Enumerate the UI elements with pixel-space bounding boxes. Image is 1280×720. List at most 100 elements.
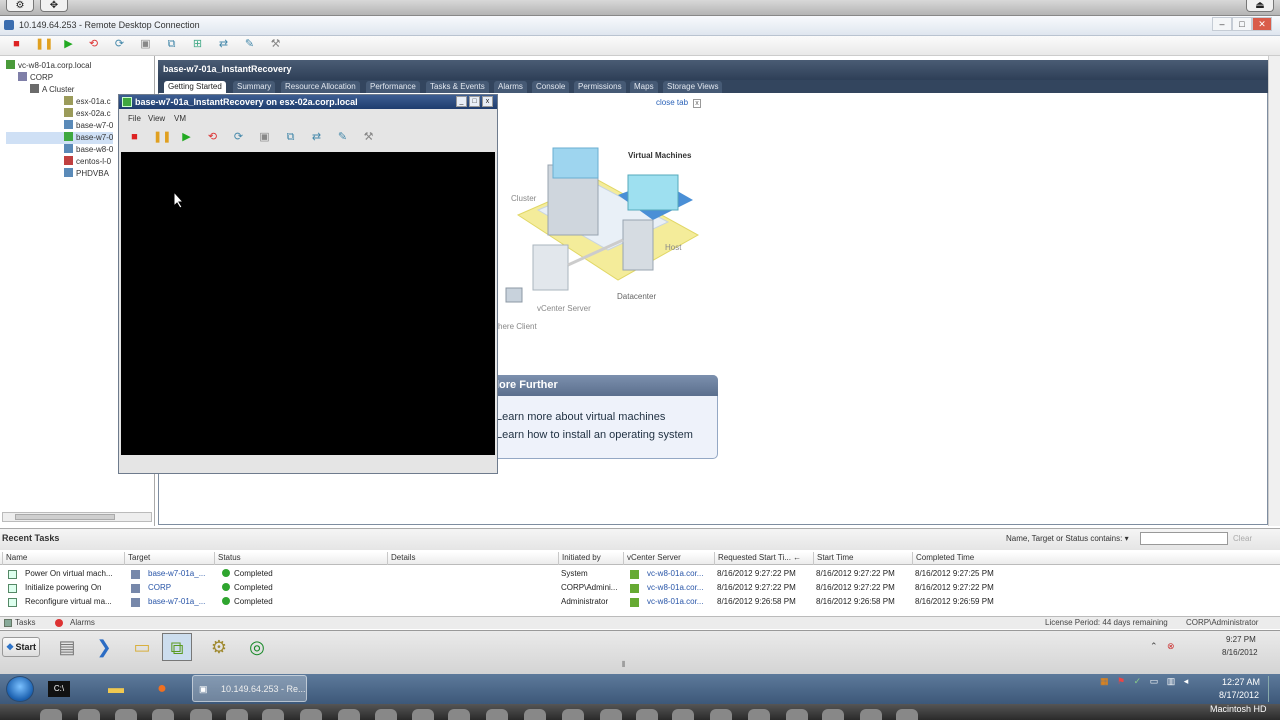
vm-settings-icon[interactable]: ⚒: [361, 131, 376, 144]
main-vscrollbar[interactable]: [1268, 56, 1280, 526]
windows-orb-icon[interactable]: [6, 676, 34, 702]
close-button[interactable]: ✕: [1252, 17, 1272, 31]
tree-item[interactable]: base-w8-0: [6, 144, 113, 156]
tree-item[interactable]: A Cluster: [6, 84, 113, 96]
dock-app-icon[interactable]: [375, 709, 397, 720]
dock-app-icon[interactable]: [822, 709, 844, 720]
close-tab-link[interactable]: close tab x: [656, 98, 701, 108]
tree-item[interactable]: centos-l-0: [6, 156, 113, 168]
dock-app-icon[interactable]: [600, 709, 622, 720]
tab-tasks-events[interactable]: Tasks & Events: [426, 81, 489, 93]
vm-edit-icon[interactable]: ✎: [335, 131, 350, 144]
menu-vm[interactable]: VM: [174, 112, 186, 125]
column-header[interactable]: Target: [124, 552, 150, 565]
tab-storage-views[interactable]: Storage Views: [663, 81, 723, 93]
tab-alarms[interactable]: Alarms: [494, 81, 527, 93]
dock-app-icon[interactable]: [226, 709, 248, 720]
tree-item[interactable]: esx-02a.c: [6, 108, 113, 120]
tab-maps[interactable]: Maps: [630, 81, 658, 93]
column-header[interactable]: Completed Time: [912, 552, 974, 565]
dock-app-icon[interactable]: [636, 709, 658, 720]
explorer-icon[interactable]: ▭: [127, 633, 157, 661]
vm-snapshot-icon[interactable]: ▣: [257, 131, 272, 144]
vsphere-client-icon[interactable]: ⧉: [162, 633, 192, 661]
filter-label[interactable]: Name, Target or Status contains: ▾: [1006, 534, 1129, 543]
dock-app-icon[interactable]: [412, 709, 434, 720]
column-header[interactable]: vCenter Server: [623, 552, 681, 565]
tray-network-icon[interactable]: ▥: [1167, 676, 1176, 686]
play-icon[interactable]: ▶: [61, 38, 76, 51]
console-icon[interactable]: ✎: [242, 38, 257, 51]
resize-grip-icon[interactable]: ⦀: [622, 660, 626, 670]
dock-app-icon[interactable]: [338, 709, 360, 720]
maximize-button[interactable]: □: [1232, 17, 1252, 31]
tool-icon[interactable]: ⚙: [204, 633, 234, 661]
tray-monitor-icon[interactable]: ▭: [1150, 676, 1159, 686]
refresh-icon[interactable]: ⟳: [112, 38, 127, 51]
column-header[interactable]: Start Time: [813, 552, 853, 565]
tab-summary[interactable]: Summary: [233, 81, 276, 93]
task-vcenter[interactable]: vc-w8-01a.cor...: [647, 595, 703, 609]
dock-app-icon[interactable]: [672, 709, 694, 720]
clear-button[interactable]: Clear: [1233, 534, 1252, 543]
menu-view[interactable]: View: [148, 112, 165, 125]
powershell-icon[interactable]: ❯: [89, 633, 119, 661]
dock-app-icon[interactable]: [524, 709, 546, 720]
settings-icon[interactable]: ⚒: [268, 38, 283, 51]
task-vcenter[interactable]: vc-w8-01a.cor...: [647, 567, 703, 581]
alarms-tab[interactable]: Alarms: [70, 617, 95, 629]
dock-app-icon[interactable]: [486, 709, 508, 720]
migrate-icon[interactable]: ⇄: [216, 38, 231, 51]
dock-app-icon[interactable]: [786, 709, 808, 720]
dock-app-icon[interactable]: [152, 709, 174, 720]
dock-app-icon[interactable]: [710, 709, 732, 720]
tree-item[interactable]: base-w7-0: [6, 120, 113, 132]
tray-app-icon[interactable]: ▦: [1100, 676, 1109, 686]
stop-icon[interactable]: ■: [9, 38, 24, 51]
tab-permissions[interactable]: Permissions: [574, 81, 626, 93]
move-icon[interactable]: ✥: [40, 0, 68, 12]
eject-icon[interactable]: ⏏: [1246, 0, 1274, 12]
pause-icon[interactable]: ❚❚: [35, 38, 53, 51]
column-header[interactable]: Status: [214, 552, 241, 565]
tree-item[interactable]: base-w7-0: [6, 132, 114, 144]
filter-input[interactable]: [1140, 532, 1228, 545]
snapshot-icon[interactable]: ▣: [138, 38, 153, 51]
cmd-icon[interactable]: C:\: [48, 681, 70, 697]
dock-app-icon[interactable]: [262, 709, 284, 720]
menu-file[interactable]: File: [128, 112, 141, 125]
vm-reset-icon[interactable]: ⟲: [205, 131, 220, 144]
task-target[interactable]: base-w7-01a_...: [148, 567, 205, 581]
firefox-icon[interactable]: ●: [144, 676, 180, 702]
vm-play-icon[interactable]: ▶: [179, 131, 194, 144]
tab-performance[interactable]: Performance: [366, 81, 420, 93]
dock-app-icon[interactable]: [448, 709, 470, 720]
column-header[interactable]: Initiated by: [558, 552, 601, 565]
dock-app-icon[interactable]: [40, 709, 62, 720]
minimize-button[interactable]: –: [1212, 17, 1232, 31]
dock-app-icon[interactable]: [860, 709, 882, 720]
server-manager-icon[interactable]: ▤: [52, 633, 82, 661]
tree-item[interactable]: vc-w8-01a.corp.local: [6, 60, 113, 72]
column-header[interactable]: Details: [387, 552, 415, 565]
tree-item[interactable]: PHDVBA: [6, 168, 113, 180]
folder-icon[interactable]: ▬: [98, 676, 134, 702]
column-header[interactable]: Requested Start Ti... ←: [714, 552, 801, 565]
dock-app-icon[interactable]: [115, 709, 137, 720]
vm-stop-icon[interactable]: ■: [127, 131, 142, 144]
manager-icon[interactable]: ⊞: [190, 38, 205, 51]
tray-volume-icon[interactable]: ◂: [1184, 676, 1189, 686]
vm-minimize-button[interactable]: _: [456, 96, 467, 107]
vm-revert-icon[interactable]: ⧉: [283, 131, 298, 144]
vm-migrate-icon[interactable]: ⇄: [309, 131, 324, 144]
task-vcenter[interactable]: vc-w8-01a.cor...: [647, 581, 703, 595]
tasks-tab[interactable]: Tasks: [15, 617, 35, 629]
dock-app-icon[interactable]: [300, 709, 322, 720]
tab-console[interactable]: Console: [532, 81, 570, 93]
tab-resource-allocation[interactable]: Resource Allocation: [281, 81, 360, 93]
start-button[interactable]: ❖ Start: [2, 637, 40, 657]
tab-getting-started[interactable]: Getting Started: [164, 81, 226, 93]
dock-app-icon[interactable]: [896, 709, 918, 720]
vm-pause-icon[interactable]: ❚❚: [153, 131, 171, 144]
gear-icon[interactable]: ⚙: [6, 0, 34, 12]
